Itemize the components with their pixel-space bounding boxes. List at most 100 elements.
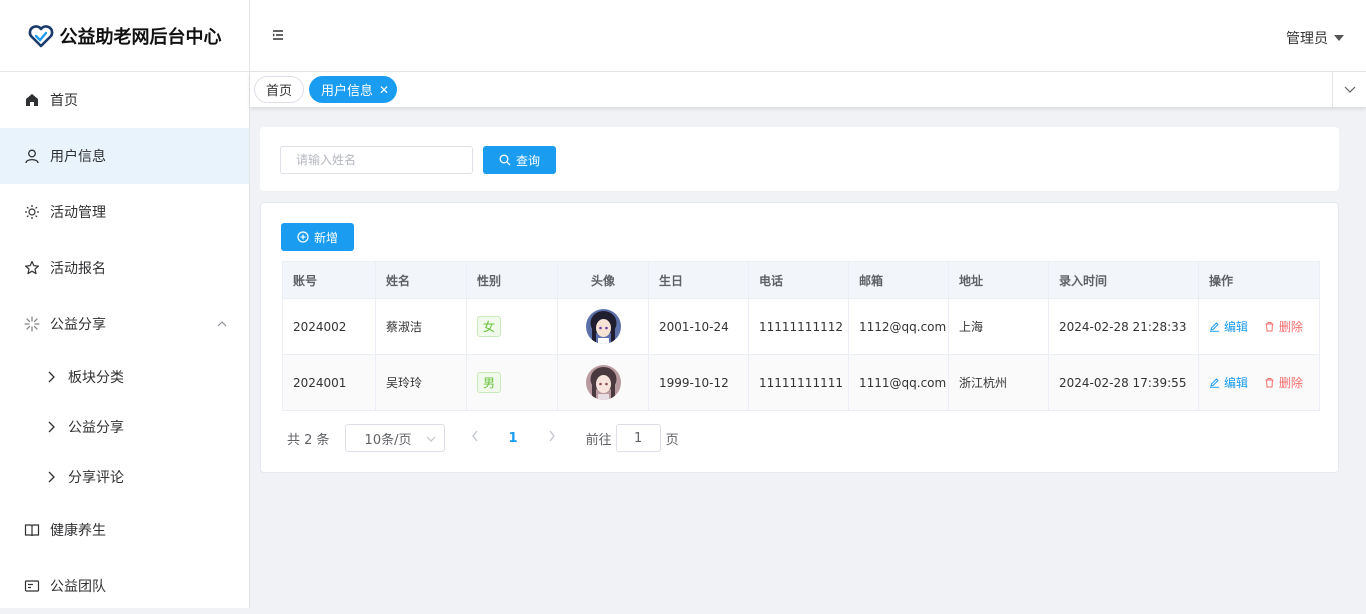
edit-icon	[1210, 322, 1219, 332]
caret-down-icon	[1334, 35, 1344, 41]
sidebar-item-label: 公益团队	[50, 579, 106, 595]
sidebar-item-health[interactable]: 健康养生	[0, 502, 249, 558]
delete-button[interactable]: 删除	[1264, 374, 1303, 391]
sidebar-subitem-label: 公益分享	[68, 420, 124, 436]
app-title: 公益助老网后台中心	[59, 26, 222, 48]
edit-button[interactable]: 编辑	[1209, 374, 1248, 391]
chevron-up-icon	[217, 317, 227, 333]
close-icon[interactable]: ✕	[379, 83, 389, 97]
search-name-input[interactable]	[280, 146, 473, 174]
chevron-right-icon	[549, 430, 555, 442]
page-size-select[interactable]: 10条/页	[344, 424, 445, 452]
cell-name: 蔡淑洁	[375, 298, 467, 355]
chevron-down-icon	[1344, 86, 1355, 93]
sidebar-item-home[interactable]: 首页	[0, 72, 249, 128]
cell-birthday: 2001-10-24	[648, 298, 749, 355]
trash-icon	[1265, 322, 1274, 332]
table-row: 2024001 吴玲玲 男 1999-10-12 11111111111 111…	[282, 354, 1320, 411]
edit-label: 编辑	[1224, 376, 1249, 390]
sun-icon	[24, 204, 40, 220]
user-icon	[24, 148, 40, 164]
add-button[interactable]: 新增	[281, 223, 354, 251]
user-dropdown[interactable]: 管理员	[1286, 28, 1344, 48]
cell-avatar	[557, 298, 649, 355]
sidebar-subitem-share[interactable]: 公益分享	[0, 402, 249, 452]
plus-circle-icon	[297, 231, 309, 243]
pagination-total: 共 2 条	[287, 432, 330, 448]
tag-home[interactable]: 首页	[254, 76, 305, 103]
search-icon	[499, 154, 511, 166]
search-button-label: 查询	[515, 153, 540, 168]
goto-suffix: 页	[665, 432, 679, 448]
column-header: 性别	[466, 261, 558, 299]
edit-button[interactable]: 编辑	[1209, 318, 1248, 335]
add-button-label: 新增	[313, 230, 338, 245]
cell-name: 吴玲玲	[375, 354, 467, 411]
app-logo: 公益助老网后台中心	[0, 0, 249, 72]
menu-toggle-icon[interactable]	[272, 29, 284, 45]
book-icon	[24, 522, 40, 538]
chevron-right-icon	[46, 471, 56, 483]
delete-button[interactable]: 删除	[1264, 318, 1303, 335]
prev-page-button[interactable]	[471, 430, 479, 446]
page-size-value: 10条/页	[364, 432, 412, 448]
chevron-left-icon	[471, 430, 478, 442]
column-header: 姓名	[375, 261, 467, 299]
sidebar-item-label: 公益分享	[50, 317, 106, 333]
cell-actions: 编辑 删除	[1198, 298, 1320, 355]
sidebar-item-label: 活动报名	[50, 261, 106, 277]
cell-phone: 11111111112	[748, 298, 849, 355]
cell-created: 2024-02-28 21:28:33	[1048, 298, 1199, 355]
sidebar-item-activity-signup[interactable]: 活动报名	[0, 240, 249, 296]
sidebar-item-user-info[interactable]: 用户信息	[0, 128, 249, 184]
next-page-button[interactable]	[548, 430, 556, 446]
sidebar-subitem-label: 分享评论	[68, 470, 124, 486]
table-header-row: 账号 姓名 性别 头像 生日 电话 邮箱 地址 录入时间 操作	[282, 261, 1320, 299]
cell-avatar	[557, 354, 649, 411]
top-header: 管理员	[250, 0, 1366, 72]
sidebar-item-label: 健康养生	[50, 523, 106, 539]
column-header: 地址	[948, 261, 1049, 299]
cell-actions: 编辑 删除	[1198, 354, 1320, 411]
cell-address: 上海	[948, 298, 1049, 355]
goto-prefix: 前往	[585, 432, 612, 448]
sidebar-item-charity-share[interactable]: 公益分享	[0, 296, 249, 352]
chevron-down-icon	[426, 433, 436, 448]
delete-label: 删除	[1278, 320, 1303, 334]
user-table: 账号 姓名 性别 头像 生日 电话 邮箱 地址 录入时间 操作 2024002 …	[282, 261, 1320, 411]
column-header: 生日	[648, 261, 749, 299]
tag-label: 用户信息	[321, 84, 374, 99]
gender-tag: 女	[477, 316, 502, 337]
cell-gender: 男	[466, 354, 558, 411]
sidebar-item-label: 活动管理	[50, 205, 106, 221]
sidebar-item-label: 首页	[50, 93, 78, 109]
tags-dropdown-button[interactable]	[1332, 72, 1366, 107]
sidebar-item-activity-manage[interactable]: 活动管理	[0, 184, 249, 240]
cell-birthday: 1999-10-12	[648, 354, 749, 411]
search-button[interactable]: 查询	[483, 146, 556, 174]
sidebar-item-team[interactable]: 公益团队	[0, 558, 249, 614]
page-number-current[interactable]: 1	[509, 431, 518, 446]
sidebar-subitem-category[interactable]: 板块分类	[0, 352, 249, 402]
column-header: 电话	[748, 261, 849, 299]
star-icon	[24, 260, 40, 276]
cell-phone: 11111111111	[748, 354, 849, 411]
search-card: 查询	[260, 127, 1339, 191]
tag-user-info[interactable]: 用户信息 ✕	[309, 76, 398, 103]
chevron-right-icon	[46, 421, 56, 433]
pagination: 共 2 条 10条/页 1 前往 1 页	[287, 424, 679, 452]
cell-account: 2024001	[282, 354, 376, 411]
sparkle-icon	[24, 316, 40, 332]
tag-label: 首页	[266, 84, 293, 99]
column-header: 邮箱	[848, 261, 949, 299]
cell-created: 2024-02-28 17:39:55	[1048, 354, 1199, 411]
home-icon	[24, 92, 40, 108]
sidebar-subitem-label: 板块分类	[68, 370, 124, 386]
heart-logo-icon	[28, 24, 53, 47]
goto-page-input[interactable]: 1	[615, 424, 661, 452]
user-name: 管理员	[1286, 31, 1328, 47]
edit-label: 编辑	[1224, 320, 1249, 334]
sidebar-subitem-comment[interactable]: 分享评论	[0, 452, 249, 502]
tags-bar: 首页 用户信息 ✕	[250, 72, 1366, 107]
column-header: 头像	[557, 261, 649, 299]
